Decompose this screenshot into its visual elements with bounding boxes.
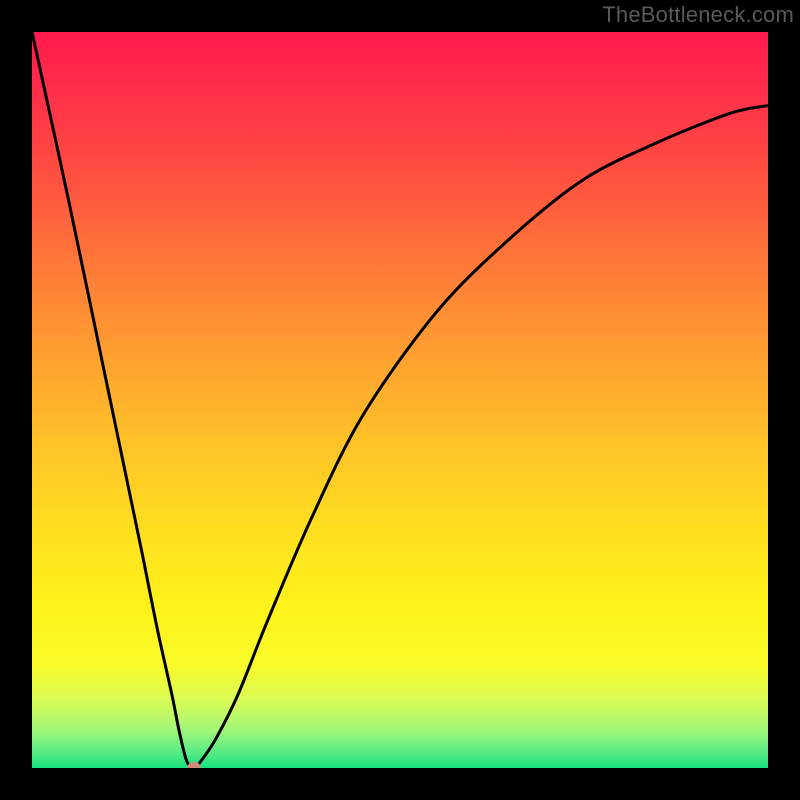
plot-area [32,32,768,768]
bottleneck-curve [32,32,768,768]
curve-path [32,32,768,768]
chart-frame: TheBottleneck.com [0,0,800,800]
watermark-text: TheBottleneck.com [602,2,794,28]
